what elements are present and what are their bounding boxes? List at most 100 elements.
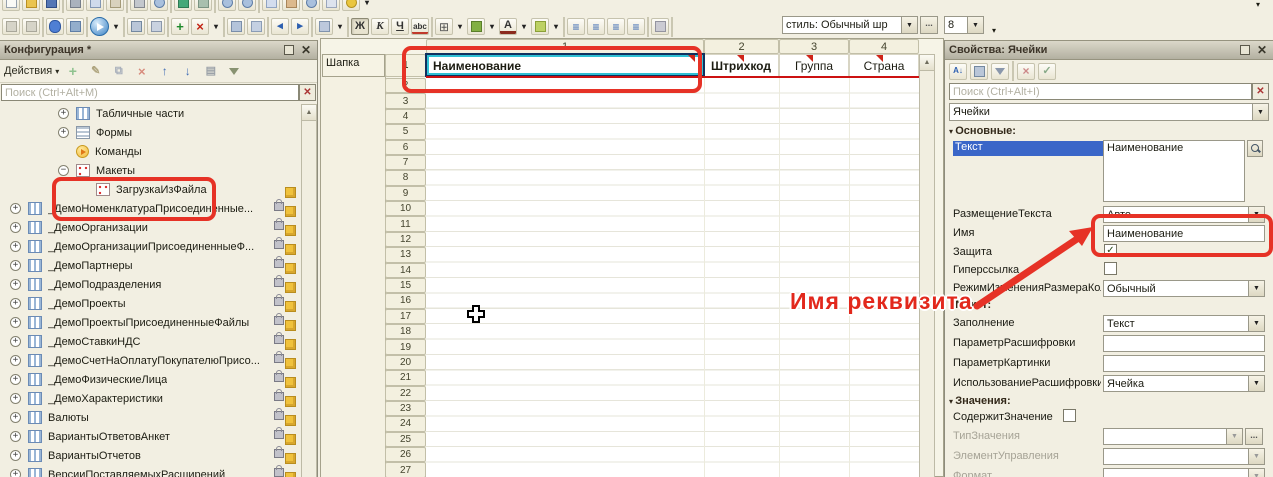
toolbar-overflow-arrow-icon[interactable]: ▾: [1256, 0, 1260, 9]
info-icon[interactable]: [342, 0, 360, 11]
row-header[interactable]: 10: [385, 201, 426, 216]
property-label-drill-param[interactable]: ПараметрРасшифровки: [953, 337, 1101, 349]
font-size-arrow-icon[interactable]: ▼: [967, 17, 983, 33]
properties-search-input[interactable]: [949, 83, 1252, 100]
move-down-icon[interactable]: ↓: [178, 62, 197, 80]
tree-item[interactable]: + _ДемоПроекты: [0, 294, 300, 313]
separator[interactable]: [647, 17, 649, 37]
row-header[interactable]: 3: [385, 93, 426, 108]
separator[interactable]: [671, 17, 673, 37]
row-header[interactable]: 15: [385, 278, 426, 293]
tree-expander-icon[interactable]: +: [58, 127, 69, 138]
tree-item[interactable]: + _ДемоХарактеристики: [0, 389, 300, 408]
merge-cells-icon[interactable]: [227, 18, 245, 35]
row-header[interactable]: 8: [385, 170, 426, 185]
separator[interactable]: [86, 17, 88, 37]
sheet-grid[interactable]: [426, 78, 919, 477]
property-pic-param-input[interactable]: [1103, 355, 1265, 372]
clear-search-icon[interactable]: ✕: [1252, 83, 1269, 100]
clear-search-icon[interactable]: ✕: [299, 84, 316, 101]
dropdown-arrow-icon[interactable]: ▾: [335, 18, 345, 35]
tree-expander-icon[interactable]: +: [10, 298, 21, 309]
column-header-4[interactable]: 4: [849, 39, 919, 54]
tree-item[interactable]: + _ДемоОрганизацииПрисоединенныеФ...: [0, 237, 300, 256]
separator[interactable]: [431, 17, 433, 37]
property-drill-use-combo[interactable]: Ячейка ▼: [1103, 375, 1265, 392]
dropdown-arrow-icon[interactable]: ▾: [455, 18, 465, 35]
row-header[interactable]: 23: [385, 401, 426, 416]
chevron-down-icon[interactable]: ▼: [1248, 376, 1264, 391]
property-label-has-value[interactable]: СодержитЗначение: [953, 411, 1101, 423]
hyperlink-checkbox[interactable]: [1104, 262, 1117, 275]
tree-expander-icon[interactable]: +: [10, 469, 21, 477]
tree-expander-icon[interactable]: +: [10, 374, 21, 385]
row-header[interactable]: 13: [385, 247, 426, 262]
undo-icon[interactable]: [174, 0, 192, 11]
tree-item[interactable]: + ВариантыОтчетов: [0, 446, 300, 465]
tree-expander-icon[interactable]: +: [58, 108, 69, 119]
row-header[interactable]: 22: [385, 386, 426, 401]
borders-icon[interactable]: ⊞: [435, 18, 453, 35]
separator[interactable]: [267, 17, 269, 37]
separator[interactable]: [347, 17, 349, 37]
tree-item[interactable]: Команды: [0, 142, 300, 161]
separator[interactable]: [214, 0, 216, 13]
text-style-icon[interactable]: abc: [411, 18, 429, 35]
row-header[interactable]: 27: [385, 462, 426, 477]
property-object-combo[interactable]: Ячейки ▼: [949, 103, 1269, 121]
fill-color-icon[interactable]: [467, 18, 485, 35]
tree-item[interactable]: + Формы: [0, 123, 300, 142]
tree-expander-icon[interactable]: +: [10, 203, 21, 214]
property-label-fill[interactable]: Заполнение: [953, 317, 1101, 329]
pin-icon[interactable]: [1240, 45, 1250, 55]
tree-item[interactable]: + ВерсииПоставляемыхРасширений: [0, 465, 300, 477]
tree-expander-icon[interactable]: +: [10, 260, 21, 271]
paste-icon[interactable]: [106, 0, 124, 11]
separator[interactable]: [42, 17, 44, 37]
bold-icon[interactable]: Ж: [351, 18, 369, 35]
section-main[interactable]: Основные:: [949, 125, 1016, 137]
separator[interactable]: [126, 0, 128, 13]
new-document-icon[interactable]: [2, 0, 20, 11]
style-combo-arrow-icon[interactable]: ▼: [901, 17, 917, 33]
section-values[interactable]: Значения:: [949, 395, 1011, 407]
move-up-icon[interactable]: ↑: [155, 62, 174, 80]
row-header[interactable]: 24: [385, 416, 426, 431]
row-header[interactable]: 25: [385, 432, 426, 447]
property-drill-param-input[interactable]: [1103, 335, 1265, 352]
row-header[interactable]: 11: [385, 216, 426, 231]
tree-item[interactable]: + _ДемоПодразделения: [0, 275, 300, 294]
close-icon[interactable]: ✕: [1255, 44, 1269, 56]
find-next-icon[interactable]: [238, 0, 256, 11]
delete-icon[interactable]: ×: [132, 62, 151, 80]
toolbar-overflow-arrow-icon[interactable]: ▾: [992, 26, 996, 35]
font-size-combo[interactable]: 8 ▼: [944, 16, 984, 34]
delete-row-icon[interactable]: ×: [191, 18, 209, 35]
font-color-icon[interactable]: А: [499, 18, 517, 35]
property-label-text[interactable]: Текст: [953, 141, 1103, 156]
chevron-down-icon[interactable]: ▼: [1252, 104, 1268, 120]
align-right-icon[interactable]: ≡: [607, 18, 625, 35]
row-header[interactable]: 19: [385, 339, 426, 354]
cell-country[interactable]: Страна: [849, 54, 919, 77]
table-document-icon[interactable]: [66, 18, 84, 35]
insert-row-icon[interactable]: +: [171, 18, 189, 35]
widen-column-icon[interactable]: ▸: [291, 18, 309, 35]
row-header[interactable]: 17: [385, 309, 426, 324]
section-cell[interactable]: Шапка: [322, 54, 385, 77]
italic-icon[interactable]: К: [371, 18, 389, 35]
column-header-3[interactable]: 3: [779, 39, 849, 54]
filter-icon[interactable]: [224, 62, 243, 80]
has-value-checkbox[interactable]: [1063, 409, 1076, 422]
row-header[interactable]: 16: [385, 293, 426, 308]
align-center-icon[interactable]: ≡: [587, 18, 605, 35]
important-properties-icon[interactable]: [991, 63, 1009, 80]
tree-expander-icon[interactable]: +: [10, 279, 21, 290]
show-grid-icon[interactable]: [147, 18, 165, 35]
tree-item[interactable]: + Табличные части: [0, 104, 300, 123]
row-header[interactable]: 20: [385, 355, 426, 370]
sort-icon[interactable]: А↓: [949, 63, 967, 80]
edit-document-icon[interactable]: [322, 0, 340, 11]
separator[interactable]: [170, 0, 172, 13]
separator[interactable]: [123, 17, 125, 37]
